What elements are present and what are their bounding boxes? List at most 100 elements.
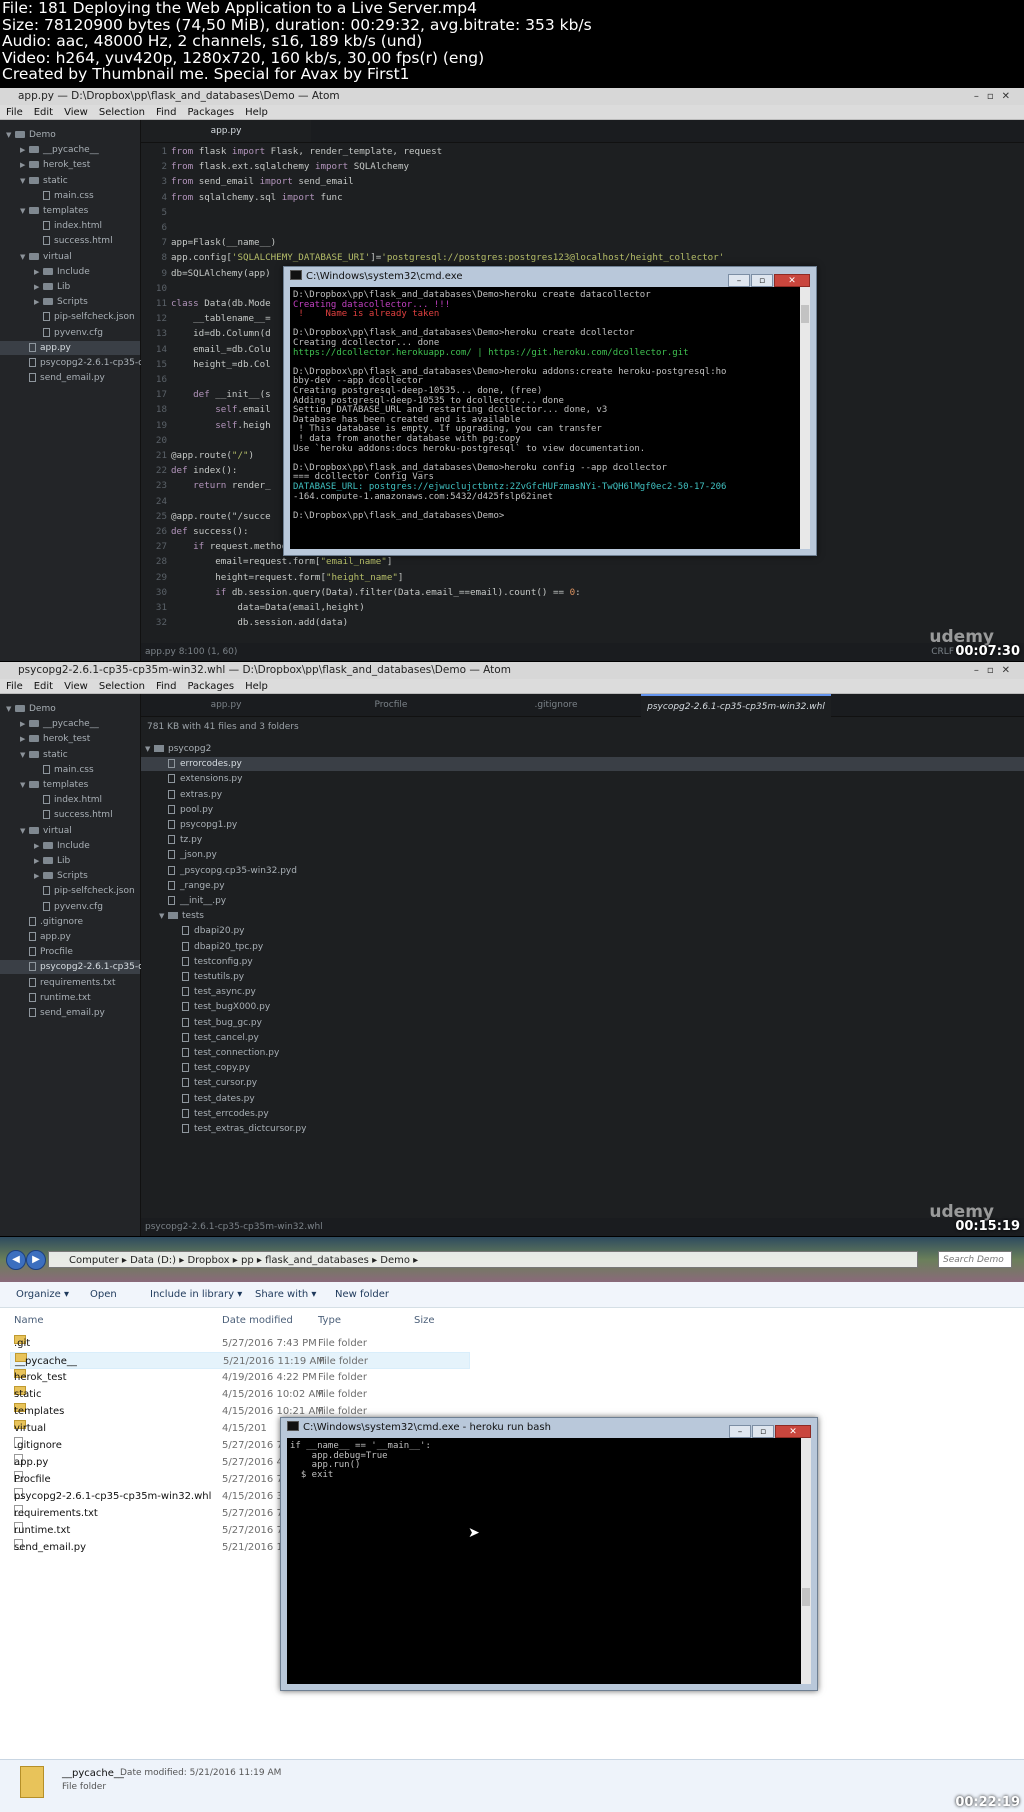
archive-item[interactable]: test_extras_dictcursor.py bbox=[141, 1122, 1024, 1136]
tree-item[interactable]: psycopg2-2.6.1-cp35-c bbox=[0, 960, 143, 975]
archive-item[interactable]: test_dates.py bbox=[141, 1092, 1024, 1106]
archive-item[interactable]: __init__.py bbox=[141, 894, 1024, 908]
file-row[interactable]: __pycache__ 5/21/2016 11:19 AM File folder bbox=[10, 1352, 470, 1369]
minimize-icon[interactable]: – bbox=[728, 274, 750, 287]
menu-item-packages[interactable]: Packages bbox=[187, 681, 234, 692]
tab-3[interactable]: .gitignore bbox=[471, 694, 641, 716]
menu-item-file[interactable]: File bbox=[6, 681, 23, 692]
breadcrumb-item[interactable]: Demo bbox=[380, 1255, 410, 1266]
tree-item[interactable]: ▼ virtual bbox=[0, 824, 140, 838]
archive-item[interactable]: test_cancel.py bbox=[141, 1031, 1024, 1045]
menu-item-find[interactable]: Find bbox=[156, 681, 177, 692]
menu-item-view[interactable]: View bbox=[64, 681, 88, 692]
tree-item[interactable]: ▼ static bbox=[0, 748, 140, 762]
menu-item-selection[interactable]: Selection bbox=[99, 107, 145, 118]
tree-item[interactable]: ▼ templates bbox=[0, 204, 140, 218]
archive-item[interactable]: test_bugX000.py bbox=[141, 1000, 1024, 1014]
window-controls[interactable]: –▫✕ bbox=[974, 662, 1018, 679]
tree-item[interactable]: ▶ Lib bbox=[0, 854, 140, 868]
tree-item[interactable]: ▶ Lib bbox=[0, 280, 140, 294]
tree-item[interactable]: index.html bbox=[0, 793, 140, 807]
menu-item-packages[interactable]: Packages bbox=[187, 107, 234, 118]
tree-item[interactable]: ▶ __pycache__ bbox=[0, 143, 140, 157]
tree-item[interactable]: ▶ herok_test bbox=[0, 158, 140, 172]
close-icon[interactable]: ✕ bbox=[774, 274, 810, 287]
archive-item[interactable]: dbapi20_tpc.py bbox=[141, 940, 1024, 954]
breadcrumb-item[interactable]: Computer bbox=[69, 1255, 119, 1266]
column-header[interactable]: Date modified bbox=[222, 1315, 293, 1326]
archive-item[interactable]: dbapi20.py bbox=[141, 924, 1024, 938]
archive-item[interactable]: testutils.py bbox=[141, 970, 1024, 984]
tree-item[interactable]: pip-selfcheck.json bbox=[0, 310, 140, 324]
menu-item-help[interactable]: Help bbox=[245, 107, 268, 118]
toolbar-button[interactable]: Organize ▾ bbox=[16, 1282, 69, 1307]
menu-item-edit[interactable]: Edit bbox=[34, 107, 53, 118]
menu-item-selection[interactable]: Selection bbox=[99, 681, 145, 692]
file-row[interactable]: static 4/15/2016 10:02 AM File folder bbox=[10, 1386, 470, 1403]
close-icon[interactable]: ✕ bbox=[775, 1425, 811, 1438]
archive-item[interactable]: test_errcodes.py bbox=[141, 1107, 1024, 1121]
tree-item[interactable]: ▼ Demo bbox=[0, 128, 140, 142]
cmd-console[interactable]: D:\Dropbox\pp\flask_and_databases\Demo> h… bbox=[290, 287, 800, 549]
toolbar-button[interactable]: Include in library ▾ bbox=[150, 1282, 242, 1307]
forward-icon[interactable]: ▶ bbox=[26, 1250, 46, 1270]
file-row[interactable]: .git 5/27/2016 7:43 PM File folder bbox=[10, 1335, 470, 1352]
tab-2[interactable]: Procfile bbox=[311, 694, 471, 716]
tree-item[interactable]: app.py bbox=[0, 930, 140, 944]
back-icon[interactable]: ◀ bbox=[6, 1250, 26, 1270]
tree-item[interactable]: success.html bbox=[0, 808, 140, 822]
archive-item[interactable]: _range.py bbox=[141, 879, 1024, 893]
tab-1[interactable]: app.py bbox=[141, 694, 311, 716]
window-controls[interactable]: –▫✕ bbox=[974, 88, 1018, 105]
toolbar-button[interactable]: New folder bbox=[335, 1282, 389, 1307]
tree-item[interactable]: ▶ herok_test bbox=[0, 732, 140, 746]
archive-item[interactable]: ▼ tests bbox=[141, 909, 1024, 923]
menu-item-help[interactable]: Help bbox=[245, 681, 268, 692]
tree-item[interactable]: send_email.py bbox=[0, 371, 140, 385]
column-header[interactable]: Size bbox=[414, 1315, 435, 1326]
tree-item[interactable]: main.css bbox=[0, 763, 140, 777]
tree-item[interactable]: ▶ __pycache__ bbox=[0, 717, 140, 731]
scrollbar-thumb[interactable] bbox=[801, 305, 809, 323]
address-bar[interactable]: Computer ▸ Data (D:) ▸ Dropbox ▸ pp ▸ fl… bbox=[48, 1251, 918, 1268]
tree-item[interactable]: success.html bbox=[0, 234, 140, 248]
archive-item[interactable]: _psycopg.cp35-win32.pyd bbox=[141, 864, 1024, 878]
cmd-scrollbar[interactable] bbox=[801, 1438, 811, 1684]
archive-item[interactable]: test_async.py bbox=[141, 985, 1024, 999]
archive-item[interactable]: testconfig.py bbox=[141, 955, 1024, 969]
archive-item[interactable]: test_copy.py bbox=[141, 1061, 1024, 1075]
tab-4[interactable]: psycopg2-2.6.1-cp35-cp35m-win32.whl bbox=[641, 694, 831, 718]
toolbar-button[interactable]: Open bbox=[90, 1282, 117, 1307]
tree-item[interactable]: ▶ Include bbox=[0, 265, 140, 279]
archive-item[interactable]: psycopg1.py bbox=[141, 818, 1024, 832]
cmd-scrollbar[interactable] bbox=[800, 287, 810, 549]
tree-item[interactable]: .gitignore bbox=[0, 915, 140, 929]
tree-item[interactable]: ▼ templates bbox=[0, 778, 140, 792]
tree-item[interactable]: ▶ Include bbox=[0, 839, 140, 853]
tree-item[interactable]: app.py bbox=[0, 340, 140, 355]
scrollbar-thumb[interactable] bbox=[802, 1588, 810, 1606]
tree-item[interactable]: ▶ Scripts bbox=[0, 295, 140, 309]
tree-item[interactable]: ▼ virtual bbox=[0, 250, 140, 264]
tree-item[interactable]: index.html bbox=[0, 219, 140, 233]
tree-item[interactable]: ▼ Demo bbox=[0, 702, 140, 716]
breadcrumb-item[interactable]: Dropbox bbox=[187, 1255, 229, 1266]
archive-item[interactable]: extensions.py bbox=[141, 772, 1024, 786]
maximize-icon[interactable]: ▫ bbox=[751, 274, 773, 287]
tree-item[interactable]: pyvenv.cfg bbox=[0, 326, 140, 340]
menu-item-file[interactable]: File bbox=[6, 107, 23, 118]
maximize-icon[interactable]: ▫ bbox=[752, 1425, 774, 1438]
file-row[interactable]: herok_test 4/19/2016 4:22 PM File folder bbox=[10, 1369, 470, 1386]
toolbar-button[interactable]: Share with ▾ bbox=[255, 1282, 316, 1307]
tree-item[interactable]: Procfile bbox=[0, 945, 140, 959]
tree-item[interactable]: requirements.txt bbox=[0, 976, 140, 990]
menu-item-view[interactable]: View bbox=[64, 107, 88, 118]
archive-item[interactable]: _json.py bbox=[141, 848, 1024, 862]
menu-item-edit[interactable]: Edit bbox=[34, 681, 53, 692]
archive-item[interactable]: extras.py bbox=[141, 788, 1024, 802]
tree-item[interactable]: main.css bbox=[0, 189, 140, 203]
tree-item[interactable]: psycopg2-2.6.1-cp35-cp bbox=[0, 356, 149, 370]
tree-item[interactable]: runtime.txt bbox=[0, 991, 140, 1005]
archive-item[interactable]: tz.py bbox=[141, 833, 1024, 847]
tree-item[interactable]: ▶ Scripts bbox=[0, 869, 140, 883]
